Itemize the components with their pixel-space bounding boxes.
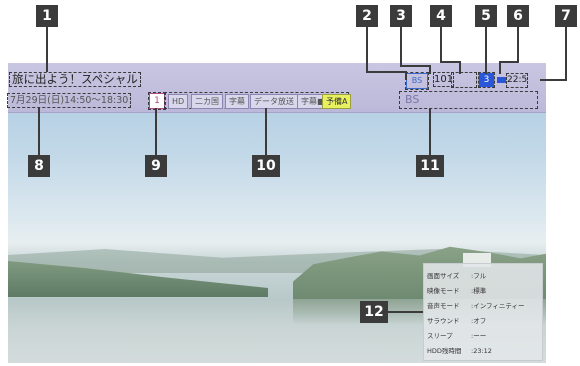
callout-8: 8 xyxy=(28,155,50,177)
leader-6 xyxy=(499,26,519,74)
callout-5: 5 xyxy=(475,5,497,27)
callout-10: 10 xyxy=(252,155,280,177)
leader-4 xyxy=(440,26,461,74)
callout-2: 2 xyxy=(356,5,378,27)
callout-1: 1 xyxy=(36,5,58,27)
callout-4: 4 xyxy=(430,5,452,27)
callout-6: 6 xyxy=(507,5,529,27)
callout-12: 12 xyxy=(360,301,388,323)
callout-leaders xyxy=(38,26,567,313)
callout-3: 3 xyxy=(390,5,412,27)
callout-11: 11 xyxy=(416,155,444,177)
callout-7: 7 xyxy=(555,5,577,27)
leader-3 xyxy=(400,26,431,74)
callout-9: 9 xyxy=(145,155,167,177)
leader-7 xyxy=(540,26,567,81)
